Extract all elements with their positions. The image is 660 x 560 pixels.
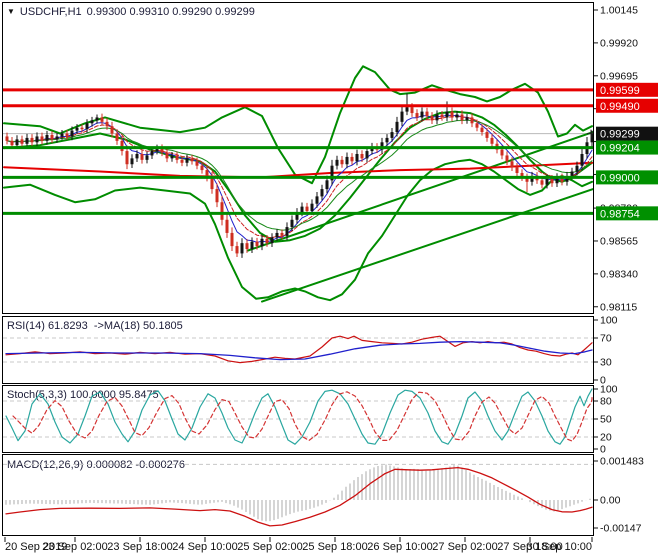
stoch-label: Stoch(5,3,3) 100.0000 95.8475 bbox=[7, 389, 159, 401]
title-bar: ▼ USDCHF,H1 0.99300 0.99310 0.99290 0.99… bbox=[7, 6, 255, 18]
time-label: 23 Sep 02:00 bbox=[42, 541, 108, 553]
chart-title-symbol: USDCHF,H1 bbox=[19, 6, 82, 18]
main-chart-panel[interactable] bbox=[2, 2, 594, 314]
symbol-dropdown-icon[interactable]: ▼ bbox=[7, 8, 15, 16]
time-label: 23 Sep 18:00 bbox=[107, 541, 173, 553]
time-axis[interactable]: 20 Sep 2019 23 Sep 02:00 23 Sep 18:00 24 Se… bbox=[0, 537, 660, 559]
time-label: 26 Sep 10:00 bbox=[367, 541, 433, 553]
macd-label: MACD(12,26,9) 0.000082 -0.000276 bbox=[7, 459, 185, 471]
time-label: 30 Sep 10:00 bbox=[526, 541, 592, 553]
time-label: 25 Sep 18:00 bbox=[302, 541, 368, 553]
chart-window: ▼ USDCHF,H1 0.99300 0.99310 0.99290 0.99… bbox=[0, 0, 660, 560]
chart-title-ohlc: 0.99300 0.99310 0.99290 0.99299 bbox=[86, 6, 255, 18]
rsi-label: RSI(14) 61.8293 ->MA(18) 50.1805 bbox=[7, 320, 183, 332]
time-label: 24 Sep 10:00 bbox=[172, 541, 238, 553]
time-label: 25 Sep 02:00 bbox=[237, 541, 303, 553]
time-label: 27 Sep 02:00 bbox=[432, 541, 498, 553]
price-axis[interactable] bbox=[595, 2, 660, 536]
